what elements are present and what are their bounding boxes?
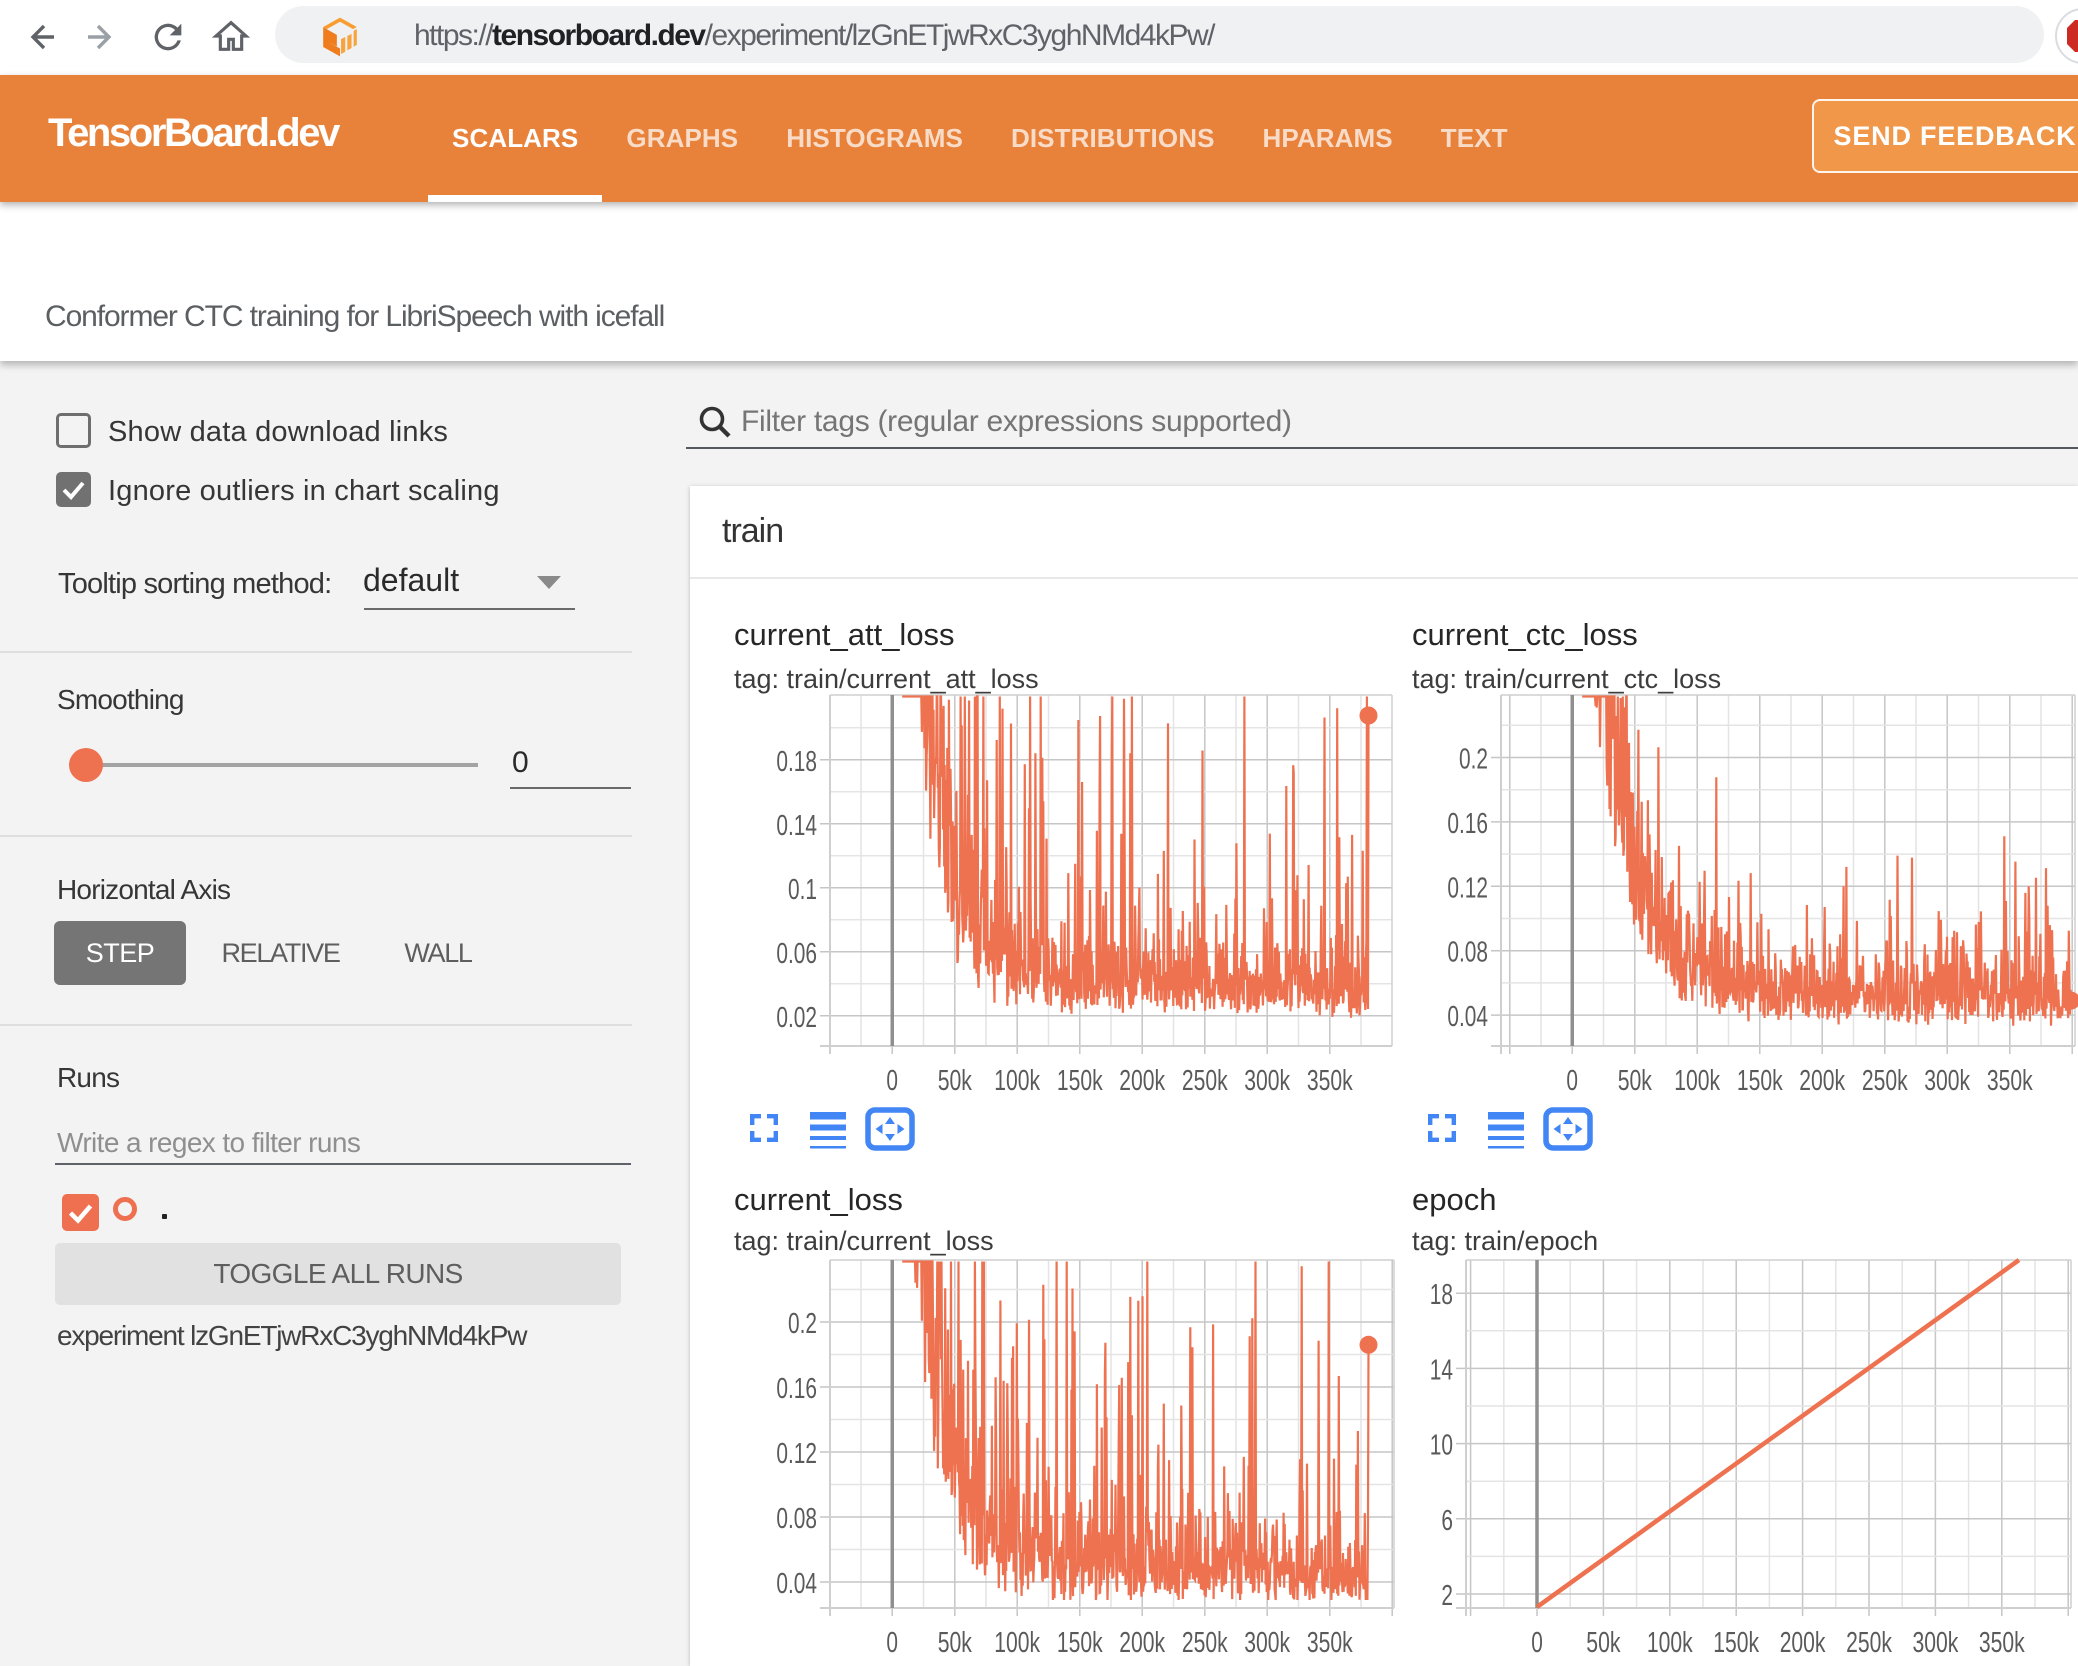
svg-text:0.08: 0.08 <box>776 1503 817 1535</box>
svg-text:350k: 350k <box>1307 1627 1353 1659</box>
svg-text:200k: 200k <box>1799 1065 1845 1097</box>
svg-text:0.08: 0.08 <box>1447 937 1488 969</box>
svg-text:100k: 100k <box>994 1065 1040 1097</box>
svg-text:0: 0 <box>886 1627 898 1659</box>
svg-text:300k: 300k <box>1924 1065 1970 1097</box>
svg-text:tag: train/epoch: tag: train/epoch <box>1412 1226 1598 1256</box>
svg-text:0.06: 0.06 <box>776 938 817 970</box>
svg-text:300k: 300k <box>1244 1065 1290 1097</box>
svg-text:100k: 100k <box>1674 1065 1720 1097</box>
svg-text:0.02: 0.02 <box>776 1002 817 1034</box>
svg-text:50k: 50k <box>938 1065 973 1097</box>
svg-text:250k: 250k <box>1182 1627 1228 1659</box>
svg-text:50k: 50k <box>1618 1065 1653 1097</box>
svg-text:350k: 350k <box>1307 1065 1353 1097</box>
svg-text:0.1: 0.1 <box>788 874 817 906</box>
svg-text:150k: 150k <box>1057 1065 1103 1097</box>
svg-text:350k: 350k <box>1979 1627 2025 1659</box>
svg-text:200k: 200k <box>1119 1627 1165 1659</box>
svg-text:2: 2 <box>1441 1580 1453 1612</box>
svg-text:0.12: 0.12 <box>1447 872 1488 904</box>
svg-text:50k: 50k <box>1586 1627 1621 1659</box>
svg-text:0: 0 <box>1566 1065 1578 1097</box>
svg-text:100k: 100k <box>1647 1627 1693 1659</box>
svg-text:tag: train/current_ctc_loss: tag: train/current_ctc_loss <box>1412 664 1721 694</box>
svg-text:epoch: epoch <box>1412 1182 1496 1217</box>
svg-text:18: 18 <box>1430 1279 1453 1311</box>
svg-text:tag: train/current_loss: tag: train/current_loss <box>734 1226 994 1256</box>
svg-text:0.2: 0.2 <box>788 1308 817 1340</box>
svg-text:0: 0 <box>886 1065 898 1097</box>
svg-text:150k: 150k <box>1057 1627 1103 1659</box>
svg-text:0.04: 0.04 <box>776 1568 817 1600</box>
svg-text:150k: 150k <box>1713 1627 1759 1659</box>
svg-text:50k: 50k <box>938 1627 973 1659</box>
svg-text:10: 10 <box>1430 1430 1453 1462</box>
svg-text:tag: train/current_att_loss: tag: train/current_att_loss <box>734 664 1039 694</box>
svg-text:current_att_loss: current_att_loss <box>734 617 955 652</box>
svg-text:200k: 200k <box>1119 1065 1165 1097</box>
svg-text:200k: 200k <box>1780 1627 1826 1659</box>
svg-text:0.18: 0.18 <box>776 746 817 778</box>
svg-text:0: 0 <box>1531 1627 1543 1659</box>
svg-text:150k: 150k <box>1737 1065 1783 1097</box>
svg-text:14: 14 <box>1430 1354 1453 1386</box>
svg-text:300k: 300k <box>1913 1627 1959 1659</box>
svg-text:250k: 250k <box>1182 1065 1228 1097</box>
svg-text:0.12: 0.12 <box>776 1438 817 1470</box>
svg-text:250k: 250k <box>1846 1627 1892 1659</box>
svg-text:0.04: 0.04 <box>1447 1001 1488 1033</box>
svg-text:300k: 300k <box>1244 1627 1290 1659</box>
svg-text:0.2: 0.2 <box>1459 744 1488 776</box>
svg-text:250k: 250k <box>1862 1065 1908 1097</box>
svg-text:100k: 100k <box>994 1627 1040 1659</box>
svg-text:current_ctc_loss: current_ctc_loss <box>1412 617 1638 652</box>
svg-text:350k: 350k <box>1987 1065 2033 1097</box>
svg-text:0.16: 0.16 <box>1447 808 1488 840</box>
svg-text:0.16: 0.16 <box>776 1373 817 1405</box>
svg-text:current_loss: current_loss <box>734 1182 903 1217</box>
svg-text:0.14: 0.14 <box>776 810 817 842</box>
svg-text:6: 6 <box>1441 1505 1453 1537</box>
